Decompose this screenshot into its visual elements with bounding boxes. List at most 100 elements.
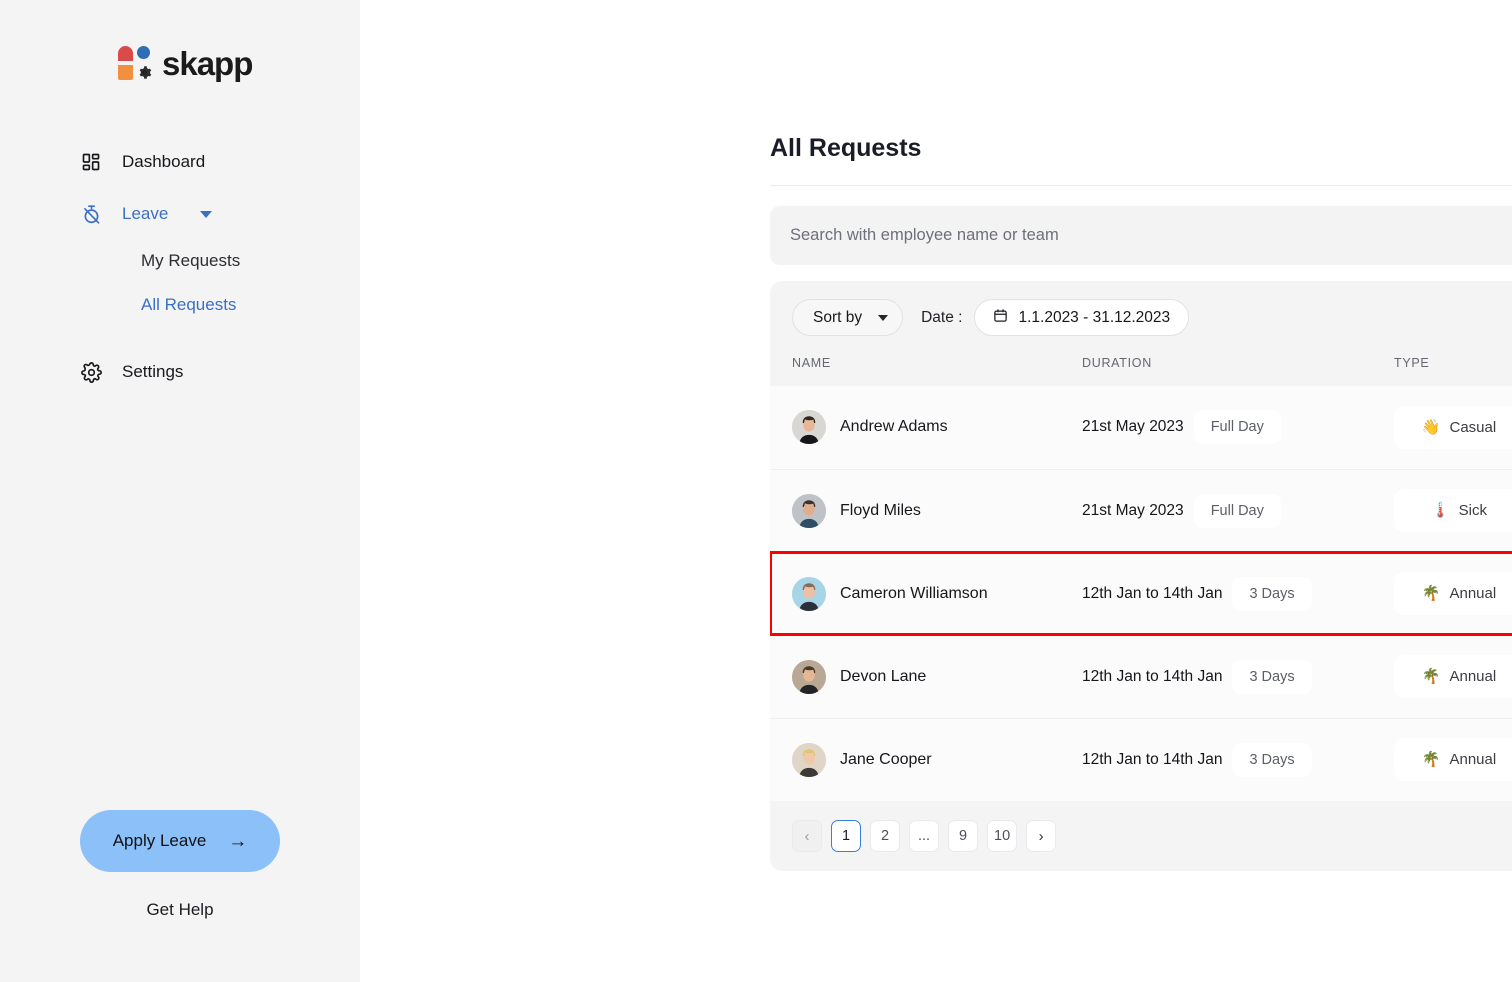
cell-duration: 21st May 2023 Full Day	[1082, 469, 1394, 552]
sidebar-nav: Dashboard Leave My Requests All	[0, 142, 360, 392]
duration-text: 12th Jan to 14th Jan	[1082, 585, 1222, 603]
search-bar[interactable]	[770, 206, 1512, 265]
cell-name: Floyd Miles	[770, 469, 1082, 552]
pagination-page-2[interactable]: 2	[870, 820, 900, 852]
brand-logo[interactable]: skapp	[0, 0, 360, 80]
cell-duration: 21st May 2023 Full Day	[1082, 386, 1394, 469]
cell-type: 🌴 Annual	[1394, 552, 1512, 635]
type-badge: 🌴 Annual	[1394, 738, 1512, 781]
pagination-page-1[interactable]: 1	[831, 820, 861, 852]
pagination-prev[interactable]: ‹	[792, 820, 822, 852]
dashboard-grid-icon	[80, 151, 102, 173]
cell-type: 👋 Casual	[1394, 386, 1512, 469]
page-title: All Requests	[770, 134, 1512, 163]
date-range-picker[interactable]: 1.1.2023 - 31.12.2023	[974, 299, 1189, 336]
main-content: John Doe UX Designer All Requests Sort b…	[360, 0, 1512, 982]
leave-type-icon: 🌡️	[1431, 503, 1450, 518]
employee-name: Cameron Williamson	[840, 585, 988, 603]
skapp-logo-mark	[118, 46, 152, 80]
table-header-row: NAME DURATION TYPE STATUS	[770, 352, 1512, 386]
table-row[interactable]: Jane Cooper 12th Jan to 14th Jan 3 Days …	[770, 718, 1512, 801]
top-bar: John Doe UX Designer	[360, 0, 1512, 98]
cell-type: 🌡️ Sick	[1394, 469, 1512, 552]
column-header-type: TYPE	[1394, 352, 1512, 386]
duration-text: 12th Jan to 14th Jan	[1082, 751, 1222, 769]
table-head: NAME DURATION TYPE STATUS	[770, 352, 1512, 386]
cell-name: Devon Lane	[770, 635, 1082, 718]
sidebar-item-leave[interactable]: Leave	[0, 194, 360, 234]
duration-text: 21st May 2023	[1082, 502, 1184, 520]
cell-duration: 12th Jan to 14th Jan 3 Days	[1082, 718, 1394, 801]
row-avatar	[792, 410, 826, 444]
row-avatar	[792, 743, 826, 777]
table-row[interactable]: Cameron Williamson 12th Jan to 14th Jan …	[770, 552, 1512, 635]
leave-type-icon: 🌴	[1422, 669, 1441, 684]
days-badge: 3 Days	[1232, 660, 1311, 694]
employee-name: Floyd Miles	[840, 502, 921, 520]
date-range-value: 1.1.2023 - 31.12.2023	[1018, 309, 1170, 327]
pagination-page-9[interactable]: 9	[948, 820, 978, 852]
sidebar-item-label: Settings	[122, 362, 183, 382]
timer-off-icon	[80, 203, 102, 225]
table-row[interactable]: Andrew Adams 21st May 2023 Full Day 👋 Ca…	[770, 386, 1512, 469]
type-label: Annual	[1449, 751, 1496, 768]
type-badge: 🌴 Annual	[1394, 655, 1512, 698]
sidebar-footer: Apply Leave → Get Help	[0, 810, 360, 920]
sidebar-item-all-requests[interactable]: All Requests	[0, 288, 360, 322]
requests-panel: Sort by Date : 1.1.2023 - 31.12.2023	[770, 281, 1512, 871]
type-badge: 👋 Casual	[1394, 406, 1512, 449]
pagination-ellipsis: ...	[909, 820, 939, 852]
date-label: Date :	[921, 309, 962, 327]
type-label: Annual	[1449, 585, 1496, 602]
pagination-page-10[interactable]: 10	[987, 820, 1017, 852]
pagination-next[interactable]: ›	[1026, 820, 1056, 852]
cell-duration: 12th Jan to 14th Jan 3 Days	[1082, 635, 1394, 718]
cell-type: 🌴 Annual	[1394, 635, 1512, 718]
panel-toolbar: Sort by Date : 1.1.2023 - 31.12.2023	[770, 281, 1512, 352]
logo-blue-circle	[137, 46, 150, 59]
employee-name: Devon Lane	[840, 668, 926, 686]
sidebar-item-my-requests[interactable]: My Requests	[0, 244, 360, 278]
type-label: Annual	[1449, 668, 1496, 685]
days-badge: Full Day	[1194, 410, 1281, 444]
table-row[interactable]: Devon Lane 12th Jan to 14th Jan 3 Days 🌴…	[770, 635, 1512, 718]
sidebar-subitem-label: My Requests	[141, 251, 240, 271]
table-row[interactable]: Floyd Miles 21st May 2023 Full Day 🌡️ Si…	[770, 469, 1512, 552]
calendar-icon	[993, 308, 1008, 328]
app-root: skapp Dashboard	[0, 0, 1512, 982]
sidebar-subitem-label: All Requests	[141, 295, 236, 315]
duration-text: 12th Jan to 14th Jan	[1082, 668, 1222, 686]
chevron-down-icon	[878, 315, 888, 321]
leave-type-icon: 🌴	[1422, 586, 1441, 601]
pagination: ‹ 12... 9 10 ›	[770, 801, 1512, 871]
row-avatar	[792, 660, 826, 694]
table-body: Andrew Adams 21st May 2023 Full Day 👋 Ca…	[770, 386, 1512, 801]
column-header-name: NAME	[770, 352, 1082, 386]
sidebar: skapp Dashboard	[0, 0, 360, 982]
employee-name: Jane Cooper	[840, 751, 932, 769]
sidebar-item-label: Dashboard	[122, 152, 205, 172]
type-badge: 🌡️ Sick	[1394, 489, 1512, 532]
days-badge: Full Day	[1194, 494, 1281, 528]
leave-type-icon: 🌴	[1422, 752, 1441, 767]
search-input[interactable]	[790, 226, 1512, 245]
sidebar-item-settings[interactable]: Settings	[0, 352, 360, 392]
gear-icon	[80, 361, 102, 383]
cell-type: 🌴 Annual	[1394, 718, 1512, 801]
sidebar-item-dashboard[interactable]: Dashboard	[0, 142, 360, 182]
duration-text: 21st May 2023	[1082, 418, 1184, 436]
sort-by-dropdown[interactable]: Sort by	[792, 299, 903, 336]
chevron-down-icon[interactable]	[200, 211, 212, 218]
logo-orange-square	[118, 65, 133, 80]
get-help-link[interactable]: Get Help	[146, 900, 213, 920]
apply-leave-button[interactable]: Apply Leave →	[80, 810, 280, 872]
employee-name: Andrew Adams	[840, 418, 948, 436]
cell-duration: 12th Jan to 14th Jan 3 Days	[1082, 552, 1394, 635]
days-badge: 3 Days	[1232, 743, 1311, 777]
apply-leave-label: Apply Leave	[113, 831, 207, 851]
cell-name: Andrew Adams	[770, 386, 1082, 469]
leave-type-icon: 👋	[1422, 420, 1441, 435]
sidebar-item-label: Leave	[122, 204, 168, 224]
arrow-right-icon: →	[228, 832, 247, 851]
type-label: Sick	[1459, 502, 1487, 519]
